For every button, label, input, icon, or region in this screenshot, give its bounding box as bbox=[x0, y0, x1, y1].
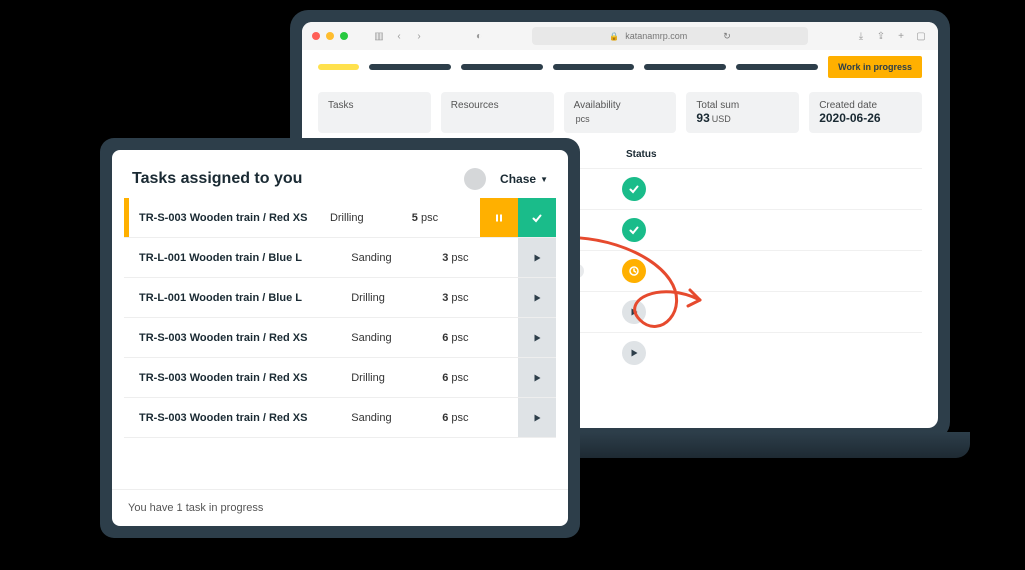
window-maximize-icon[interactable] bbox=[340, 32, 348, 40]
task-operation: Sanding bbox=[351, 252, 442, 264]
tasks-panel: Tasks assigned to you Chase ▼ TR-S-003 W… bbox=[112, 150, 568, 526]
card-label: Tasks bbox=[328, 100, 421, 111]
complete-button[interactable] bbox=[518, 198, 556, 237]
task-name: TR-S-003 Wooden train / Red XS bbox=[129, 412, 351, 424]
card-unit: USD bbox=[712, 114, 731, 124]
user-dropdown[interactable]: Chase ▼ bbox=[500, 172, 548, 186]
download-icon[interactable]: ⤓ bbox=[854, 29, 868, 43]
task-quantity: 3 psc bbox=[442, 252, 518, 264]
status-done-icon[interactable] bbox=[622, 218, 646, 242]
card-label: Total sum bbox=[696, 100, 789, 111]
window-minimize-icon[interactable] bbox=[326, 32, 334, 40]
work-in-progress-badge[interactable]: Work in progress bbox=[828, 56, 922, 78]
new-tab-icon[interactable]: + bbox=[894, 29, 908, 43]
url-text: katanamrp.com bbox=[625, 31, 687, 41]
avatar[interactable] bbox=[464, 168, 486, 190]
col-status: Status bbox=[622, 149, 682, 160]
status-done-icon[interactable] bbox=[622, 177, 646, 201]
nav-forward-icon[interactable]: › bbox=[412, 29, 426, 43]
task-operation: Drilling bbox=[330, 212, 412, 224]
task-row[interactable]: TR-S-003 Wooden train / Red XS Drilling … bbox=[124, 358, 556, 398]
card-label: Created date bbox=[819, 100, 912, 111]
progress-segment bbox=[369, 64, 451, 70]
card-label: Availability bbox=[574, 100, 667, 111]
progress-segment bbox=[461, 64, 543, 70]
task-operation: Drilling bbox=[351, 372, 442, 384]
nav-back-icon[interactable]: ‹ bbox=[392, 29, 406, 43]
task-quantity: 5 psc bbox=[412, 212, 480, 224]
task-row[interactable]: TR-L-001 Wooden train / Blue L Sanding 3… bbox=[124, 238, 556, 278]
task-operation: Sanding bbox=[351, 412, 442, 424]
card-availability[interactable]: Availability pcs bbox=[564, 92, 677, 133]
card-created-date[interactable]: Created date 2020-06-26 bbox=[809, 92, 922, 133]
card-tasks[interactable]: Tasks bbox=[318, 92, 431, 133]
start-button[interactable] bbox=[518, 238, 556, 277]
tasks-header: Tasks assigned to you Chase ▼ bbox=[112, 150, 568, 198]
start-button[interactable] bbox=[518, 278, 556, 317]
card-total-sum[interactable]: Total sum 93USD bbox=[686, 92, 799, 133]
tasks-footer: You have 1 task in progress bbox=[112, 489, 568, 526]
task-operation: Sanding bbox=[351, 332, 442, 344]
task-quantity: 6 psc bbox=[442, 332, 518, 344]
status-progress-icon[interactable] bbox=[622, 259, 646, 283]
shield-icon[interactable]: ◐ bbox=[472, 29, 486, 43]
pause-button[interactable] bbox=[480, 198, 518, 237]
task-name: TR-S-003 Wooden train / Red XS bbox=[129, 372, 351, 384]
app-header: Work in progress bbox=[302, 50, 938, 84]
card-resources[interactable]: Resources bbox=[441, 92, 554, 133]
progress-segment bbox=[553, 64, 635, 70]
start-button[interactable] bbox=[518, 398, 556, 437]
task-operation: Drilling bbox=[351, 292, 442, 304]
tasks-list: TR-S-003 Wooden train / Red XS Drilling … bbox=[112, 198, 568, 489]
user-name: Chase bbox=[500, 172, 536, 186]
url-bar[interactable]: 🔒 katanamrp.com ↻ bbox=[532, 27, 808, 45]
share-icon[interactable]: ⇪ bbox=[874, 29, 888, 43]
browser-chrome: ▥ ‹ › ◐ 🔒 katanamrp.com ↻ ⤓ ⇪ + ▢ bbox=[302, 22, 938, 50]
refresh-icon[interactable]: ↻ bbox=[723, 31, 731, 42]
tasks-title: Tasks assigned to you bbox=[132, 170, 464, 188]
task-name: TR-L-001 Wooden train / Blue L bbox=[129, 252, 351, 264]
task-name: TR-S-003 Wooden train / Red XS bbox=[129, 212, 330, 224]
task-name: TR-S-003 Wooden train / Red XS bbox=[129, 332, 351, 344]
chevron-down-icon: ▼ bbox=[540, 175, 548, 184]
task-quantity: 6 psc bbox=[442, 412, 518, 424]
tabs-icon[interactable]: ▢ bbox=[914, 29, 928, 43]
progress-segment bbox=[644, 64, 726, 70]
task-row[interactable]: TR-S-003 Wooden train / Red XS Sanding 6… bbox=[124, 398, 556, 438]
task-row[interactable]: TR-S-003 Wooden train / Red XS Sanding 6… bbox=[124, 318, 556, 358]
status-play-icon[interactable] bbox=[622, 341, 646, 365]
info-cards: Tasks Resources Availability pcs Total s… bbox=[302, 84, 938, 141]
card-value: 93 bbox=[696, 111, 709, 125]
task-quantity: 6 psc bbox=[442, 372, 518, 384]
task-row[interactable]: TR-L-001 Wooden train / Blue L Drilling … bbox=[124, 278, 556, 318]
start-button[interactable] bbox=[518, 318, 556, 357]
task-row[interactable]: TR-S-003 Wooden train / Red XS Drilling … bbox=[124, 198, 556, 238]
card-value: 2020-06-26 bbox=[819, 111, 912, 125]
lock-icon: 🔒 bbox=[609, 32, 619, 41]
card-unit: pcs bbox=[576, 114, 590, 124]
progress-segment bbox=[318, 64, 359, 70]
start-button[interactable] bbox=[518, 358, 556, 397]
task-name: TR-L-001 Wooden train / Blue L bbox=[129, 292, 351, 304]
tablet-frame: Tasks assigned to you Chase ▼ TR-S-003 W… bbox=[100, 138, 580, 538]
task-quantity: 3 psc bbox=[442, 292, 518, 304]
status-play-icon[interactable] bbox=[622, 300, 646, 324]
card-label: Resources bbox=[451, 100, 544, 111]
sidebar-toggle-icon[interactable]: ▥ bbox=[372, 29, 386, 43]
progress-segment bbox=[736, 64, 818, 70]
window-close-icon[interactable] bbox=[312, 32, 320, 40]
